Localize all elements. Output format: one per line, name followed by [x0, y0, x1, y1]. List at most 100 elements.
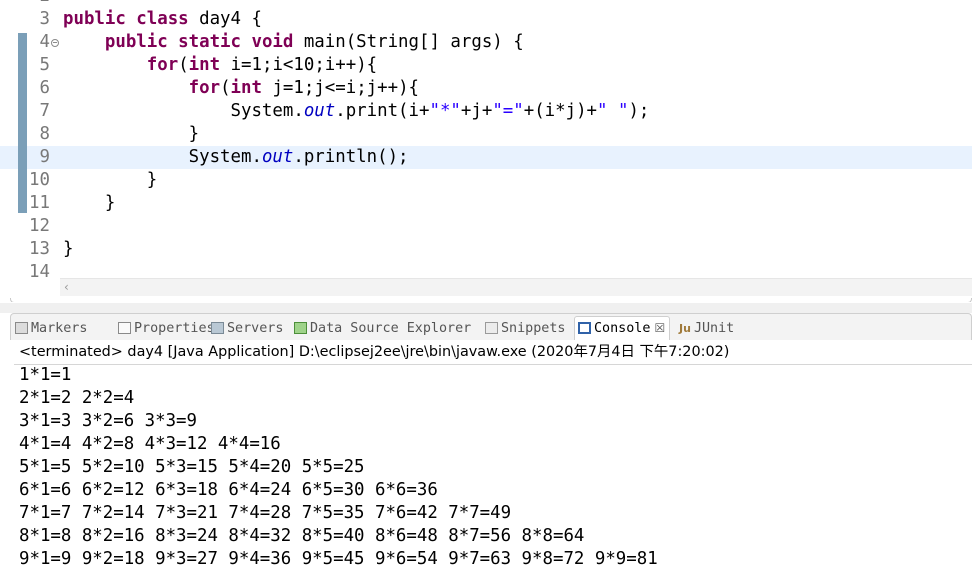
code-text: public class day4 {	[63, 8, 262, 31]
code-token: +(i*j)+	[523, 101, 598, 121]
line-number: 12	[29, 216, 50, 236]
line-number: 9	[39, 147, 50, 167]
junit-icon: Ju	[679, 322, 691, 335]
collapse-icon[interactable]: −	[51, 39, 59, 47]
code-line[interactable]: 6 for(int j=1;j<=i;j++){	[0, 77, 972, 100]
code-token: System.	[63, 147, 262, 167]
code-text: }	[63, 238, 73, 261]
code-token: System.	[63, 101, 304, 121]
change-ruler-bar	[18, 33, 27, 213]
line-number: 6	[39, 78, 50, 98]
code-line[interactable]: 8 }	[0, 123, 972, 146]
keyword-token: for	[146, 55, 179, 75]
tab-servers[interactable]: Servers	[211, 317, 283, 340]
code-token: (	[178, 55, 189, 75]
code-token: i=1;i<10;i++){	[220, 55, 378, 75]
line-number: 13	[29, 239, 50, 259]
keyword-token: for	[188, 78, 221, 98]
code-line[interactable]: 3 public class day4 {	[0, 8, 972, 31]
string-token: "*"	[429, 101, 461, 121]
console-output-line: 9*1=9 9*2=18 9*3=27 9*4=36 9*5=45 9*6=54…	[19, 549, 658, 569]
tab-markers[interactable]: Markers	[15, 317, 87, 340]
tab-snippets[interactable]: Snippets	[485, 317, 566, 340]
code-token: +j+	[460, 101, 493, 121]
line-number: 3	[39, 9, 50, 29]
snippets-icon	[485, 322, 498, 334]
code-line[interactable]: 4− public static void main(String[] args…	[0, 31, 972, 54]
code-text: }	[63, 192, 115, 215]
tab-console[interactable]: Console ☒	[574, 316, 671, 340]
line-number: 11	[29, 193, 50, 213]
code-token: main(String[] args) {	[293, 32, 524, 52]
console-output-line: 6*1=6 6*2=12 6*3=18 6*4=24 6*5=30 6*6=36	[19, 480, 438, 500]
line-number: 14	[29, 262, 50, 282]
code-text: for(int i=1;i<10;i++){	[63, 54, 377, 77]
line-number: 7	[39, 101, 50, 121]
console-view: <terminated> day4 [Java Application] D:\…	[0, 340, 972, 576]
properties-icon	[118, 322, 131, 334]
string-token: "="	[492, 101, 524, 121]
console-status: <terminated> day4 [Java Application] D:\…	[19, 344, 730, 360]
tab-junit[interactable]: Ju JUnit	[679, 317, 734, 340]
panel-gap	[0, 303, 972, 313]
markers-icon	[15, 322, 28, 334]
line-number: 2	[28, 0, 50, 8]
tab-label: JUnit	[693, 321, 735, 336]
console-output-line: 7*1=7 7*2=14 7*3=21 7*4=28 7*5=35 7*6=42…	[19, 503, 512, 523]
code-line[interactable]: 5 for(int i=1;i<10;i++){	[0, 54, 972, 77]
horizontal-scrollbar[interactable]: ‹	[60, 278, 972, 296]
tab-label: Markers	[31, 321, 88, 336]
keyword-token: int	[188, 55, 221, 75]
code-token: day4 {	[188, 9, 262, 29]
tab-properties[interactable]: Properties	[118, 317, 215, 340]
code-token: }	[63, 170, 158, 190]
code-line[interactable]: 7 System.out.print(i+"*"+j+"="+(i*j)+" "…	[0, 100, 972, 123]
code-token: (	[220, 78, 231, 98]
code-text: for(int j=1;j<=i;j++){	[63, 77, 419, 100]
console-output-line: 2*1=2 2*2=4	[19, 388, 135, 408]
code-text: }	[63, 169, 157, 192]
servers-icon	[211, 322, 224, 334]
tab-label: Properties	[134, 321, 215, 336]
code-text: public static void main(String[] args) {	[63, 31, 524, 54]
tab-label: Console	[594, 321, 651, 336]
line-number: 4	[39, 32, 50, 52]
views-tab-bar: Markers Properties Servers Data Source Expl…	[10, 313, 972, 340]
string-token: " "	[597, 101, 629, 121]
code-token: .print(i+	[335, 101, 430, 121]
scroll-left-icon[interactable]: ‹	[64, 279, 69, 296]
console-divider	[14, 364, 972, 365]
line-number: 8	[39, 124, 50, 144]
tab-label: Data Source Explorer	[310, 321, 472, 336]
data-source-explorer-icon	[294, 322, 307, 334]
editor-border	[10, 298, 972, 302]
close-icon[interactable]: ☒	[654, 321, 665, 335]
tab-label: Snippets	[501, 321, 566, 336]
code-editor[interactable]: 23public class day4 {4− public static vo…	[0, 0, 972, 302]
code-token: );	[628, 101, 650, 121]
tab-data-source-explorer[interactable]: Data Source Explorer	[294, 317, 471, 340]
code-line[interactable]: 13}	[0, 238, 972, 261]
code-token: }	[63, 239, 74, 259]
line-number: 10	[29, 170, 50, 190]
code-line[interactable]: 9 System.out.println();	[0, 146, 972, 169]
console-output-line: 5*1=5 5*2=10 5*3=15 5*4=20 5*5=25	[19, 457, 365, 477]
field-token: out	[261, 147, 294, 167]
code-text: }	[63, 123, 200, 146]
code-line[interactable]: 10 }	[0, 169, 972, 192]
code-line[interactable]: 12	[0, 215, 972, 238]
console-output-line: 3*1=3 3*2=6 3*3=9	[19, 411, 197, 431]
console-output-line: 1*1=1	[19, 365, 72, 385]
code-line[interactable]: 11 }	[0, 192, 972, 215]
tab-label: Servers	[227, 321, 284, 336]
code-line[interactable]: 2	[0, 0, 972, 8]
field-token: out	[303, 101, 336, 121]
code-token: }	[63, 124, 200, 144]
code-text: System.out.print(i+"*"+j+"="+(i*j)+" ");	[63, 100, 650, 123]
keyword-token: public static void	[104, 32, 294, 52]
code-text: System.out.println();	[63, 146, 409, 169]
keyword-token: public class	[63, 9, 189, 29]
